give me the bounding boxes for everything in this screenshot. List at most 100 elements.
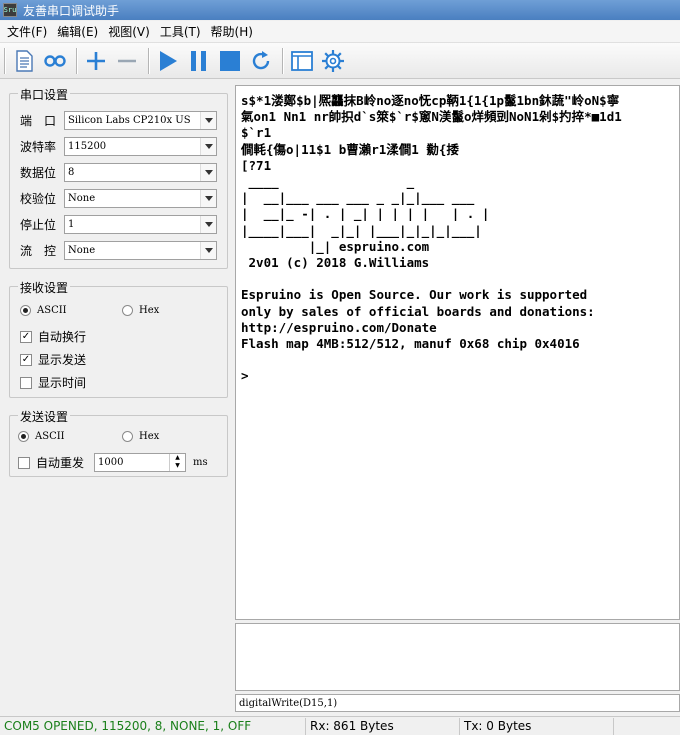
receive-text: s$*1溇鄭$b|熈龘抹B岭no逐no怃cp鞆1{1{1p鬣1bn鈢蔬"岭oN$… [241, 93, 622, 384]
send-hex-option[interactable]: Hex [122, 431, 159, 442]
title-bar: Sru 友善串口调试助手 [0, 0, 680, 20]
menu-help[interactable]: 帮助(H) [206, 23, 258, 40]
toolbar-separator [76, 47, 78, 74]
stepper-up-icon[interactable]: ▲ [170, 454, 185, 462]
show-time-checkbox[interactable] [20, 376, 32, 389]
auto-newline-option[interactable]: ✓ 自动换行 [20, 328, 86, 345]
resend-interval-unit: ms [193, 457, 208, 468]
receive-ascii-radio[interactable] [20, 305, 31, 316]
receive-display[interactable]: s$*1溇鄭$b|熈龘抹B岭no逐no怃cp鞆1{1{1p鬣1bn鈢蔬"岭oN$… [235, 85, 680, 620]
parity-row: 校验位 None [20, 189, 217, 208]
receive-hex-option[interactable]: Hex [122, 305, 159, 316]
rx-count-text: Rx: 861 Bytes [310, 719, 394, 733]
auto-resend-checkbox[interactable] [18, 456, 30, 469]
port-value: Silicon Labs CP210x US [68, 115, 191, 126]
send-hex-label: Hex [139, 431, 160, 442]
menu-edit[interactable]: 编辑(E) [52, 23, 103, 40]
parity-value: None [68, 193, 96, 204]
remove-icon [118, 59, 136, 62]
new-file-icon [16, 49, 33, 72]
resend-interval-stepper[interactable]: 1000 ▲ ▼ [94, 453, 187, 472]
menu-file[interactable]: 文件(F) [2, 23, 52, 40]
receive-settings-group: 接收设置 ASCII Hex ✓ 自动换行 ✓ 显示发送 显示时间 [9, 279, 228, 398]
flow-control-select[interactable]: None [64, 241, 217, 260]
link-icon [44, 54, 66, 67]
app-icon: Sru [3, 3, 17, 17]
menu-bar: 文件(F) 编辑(E) 视图(V) 工具(T) 帮助(H) [0, 21, 680, 43]
add-icon [87, 51, 105, 70]
send-input-value: digitalWrite(D15,1) [239, 697, 338, 709]
chevron-down-icon[interactable] [200, 138, 216, 155]
port-status: COM5 OPENED, 115200, 8, NONE, 1, OFF [0, 717, 306, 735]
settings-button[interactable] [319, 47, 347, 75]
new-file-button[interactable] [10, 47, 38, 75]
send-ascii-radio[interactable] [18, 431, 29, 442]
stepper-down-icon[interactable]: ▼ [170, 462, 185, 470]
rx-count: Rx: 861 Bytes [306, 717, 460, 735]
remove-button[interactable] [113, 47, 141, 75]
flow-control-value: None [68, 245, 96, 256]
toolbar-separator [4, 47, 6, 74]
serial-settings-title: 串口设置 [18, 86, 71, 103]
send-input[interactable]: digitalWrite(D15,1) [235, 694, 680, 712]
auto-newline-checkbox[interactable]: ✓ [20, 330, 32, 343]
play-button[interactable] [154, 47, 182, 75]
tx-count-text: Tx: 0 Bytes [464, 719, 532, 733]
stepper-buttons: ▲ ▼ [169, 454, 185, 471]
send-hex-radio[interactable] [122, 431, 133, 442]
toolbar [0, 43, 680, 79]
port-status-text: COM5 OPENED, 115200, 8, NONE, 1, OFF [4, 719, 252, 733]
play-icon [160, 50, 177, 71]
refresh-icon [252, 50, 270, 69]
chevron-down-icon[interactable] [200, 190, 216, 207]
link-button[interactable] [41, 47, 69, 75]
send-settings-group: 发送设置 ASCII Hex 自动重发 1000 ▲ ▼ ms [9, 408, 228, 477]
stop-bits-value: 1 [68, 219, 75, 230]
baud-select[interactable]: 115200 [64, 137, 217, 156]
show-time-option[interactable]: 显示时间 [20, 374, 86, 391]
pause-icon [191, 50, 206, 71]
send-settings-title: 发送设置 [18, 408, 71, 425]
show-send-checkbox[interactable]: ✓ [20, 353, 32, 366]
status-bar: COM5 OPENED, 115200, 8, NONE, 1, OFF Rx:… [0, 716, 680, 735]
baud-label: 波特率 [20, 140, 57, 154]
chevron-down-icon[interactable] [200, 216, 216, 233]
data-bits-select[interactable]: 8 [64, 163, 217, 182]
show-time-label: 显示时间 [38, 376, 87, 390]
auto-resend-option: 自动重发 1000 ▲ ▼ ms [18, 453, 208, 472]
flow-control-label: 流 控 [20, 244, 57, 258]
chevron-down-icon[interactable] [200, 112, 216, 129]
transmit-area[interactable] [235, 623, 680, 691]
refresh-button[interactable] [247, 47, 275, 75]
receive-ascii-label: ASCII [37, 305, 67, 316]
tx-count: Tx: 0 Bytes [460, 717, 614, 735]
receive-hex-radio[interactable] [122, 305, 133, 316]
receive-hex-label: Hex [139, 305, 160, 316]
stop-bits-select[interactable]: 1 [64, 215, 217, 234]
port-row: 端 口 Silicon Labs CP210x US [20, 111, 217, 130]
stop-button[interactable] [216, 47, 244, 75]
port-label: 端 口 [20, 114, 57, 128]
port-select[interactable]: Silicon Labs CP210x US [64, 111, 217, 130]
baud-value: 115200 [68, 141, 107, 152]
menu-tools[interactable]: 工具(T) [155, 23, 206, 40]
auto-resend-label: 自动重发 [36, 456, 85, 470]
window-button[interactable] [288, 47, 316, 75]
chevron-down-icon[interactable] [200, 164, 216, 181]
add-button[interactable] [82, 47, 110, 75]
window-title: 友善串口调试助手 [23, 3, 120, 18]
window-icon [291, 50, 313, 71]
menu-view[interactable]: 视图(V) [103, 23, 155, 40]
send-ascii-option[interactable]: ASCII [18, 431, 65, 442]
data-bits-value: 8 [68, 167, 75, 178]
receive-ascii-option[interactable]: ASCII [20, 305, 67, 316]
receive-settings-title: 接收设置 [18, 279, 71, 296]
settings-icon [322, 49, 344, 72]
parity-select[interactable]: None [64, 189, 217, 208]
pause-button[interactable] [185, 47, 213, 75]
chevron-down-icon[interactable] [200, 242, 216, 259]
serial-settings-group: 串口设置 端 口 Silicon Labs CP210x US 波特率 1152… [9, 86, 228, 269]
show-send-label: 显示发送 [38, 353, 87, 367]
parity-label: 校验位 [20, 192, 57, 206]
show-send-option[interactable]: ✓ 显示发送 [20, 351, 86, 368]
